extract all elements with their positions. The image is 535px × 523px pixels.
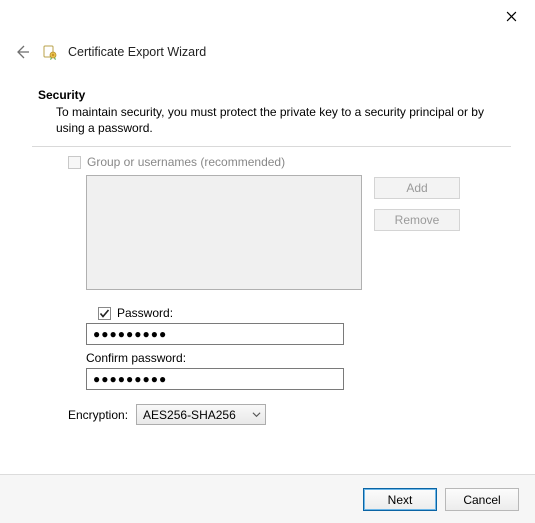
password-input[interactable]: ●●●●●●●●● (86, 323, 344, 345)
page-heading: Security (38, 88, 505, 102)
password-value: ●●●●●●●●● (93, 327, 167, 341)
close-button[interactable] (501, 6, 521, 26)
checkmark-icon (99, 308, 110, 319)
groups-listbox (86, 175, 362, 290)
chevron-down-icon (252, 410, 261, 419)
wizard-header: Certificate Export Wizard (12, 42, 523, 62)
password-checkbox[interactable] (98, 307, 111, 320)
wizard-title: Certificate Export Wizard (68, 45, 206, 59)
groups-checkbox-label: Group or usernames (recommended) (87, 155, 285, 169)
footer-separator (0, 474, 535, 475)
confirm-password-label: Confirm password: (86, 351, 505, 365)
confirm-password-value: ●●●●●●●●● (93, 372, 167, 386)
remove-button: Remove (374, 209, 460, 231)
next-button[interactable]: Next (363, 488, 437, 511)
encryption-selected: AES256-SHA256 (143, 408, 236, 422)
certificate-icon (42, 44, 58, 60)
groups-checkbox (68, 156, 81, 169)
encryption-label: Encryption: (68, 408, 128, 422)
password-checkbox-label: Password: (117, 306, 173, 320)
close-icon (506, 11, 517, 22)
add-button: Add (374, 177, 460, 199)
page-description: To maintain security, you must protect t… (56, 104, 505, 136)
separator (32, 146, 511, 147)
back-arrow-icon (14, 44, 30, 60)
encryption-select[interactable]: AES256-SHA256 (136, 404, 266, 425)
confirm-password-input[interactable]: ●●●●●●●●● (86, 368, 344, 390)
cancel-button[interactable]: Cancel (445, 488, 519, 511)
back-button[interactable] (12, 42, 32, 62)
